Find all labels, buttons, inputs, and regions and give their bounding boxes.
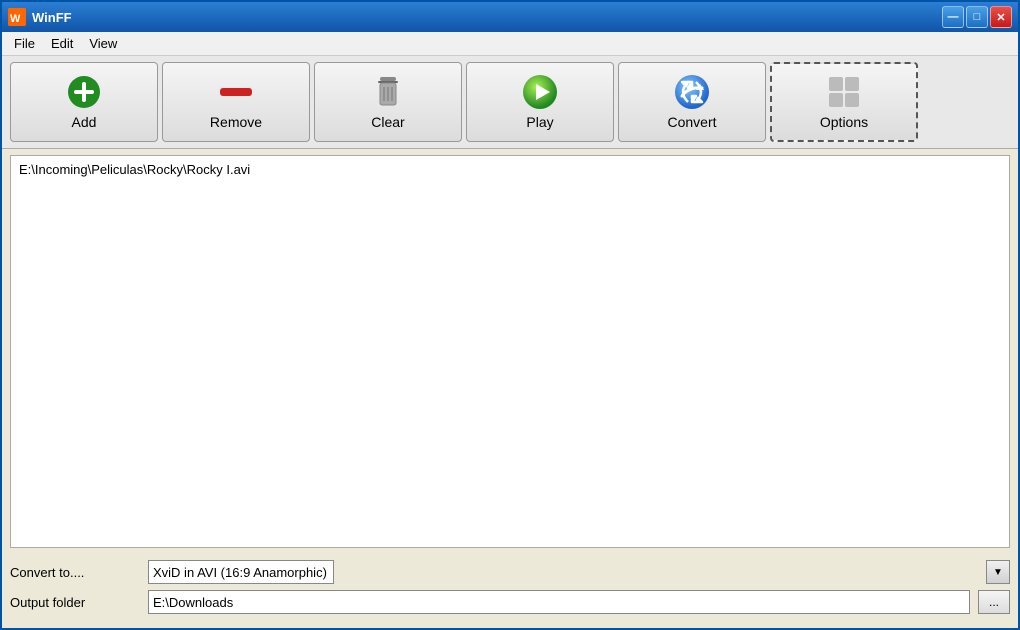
output-row: Output folder ... — [10, 590, 1010, 614]
close-button[interactable]: ✕ — [990, 6, 1012, 28]
window-title: WinFF — [32, 10, 72, 25]
list-item: E:\Incoming\Peliculas\Rocky\Rocky I.avi — [15, 160, 1005, 179]
play-label: Play — [526, 114, 553, 130]
remove-label: Remove — [210, 114, 262, 130]
title-bar: W WinFF — □ ✕ — [2, 2, 1018, 32]
app-icon: W — [8, 8, 26, 26]
minimize-button[interactable]: — — [942, 6, 964, 28]
clear-button[interactable]: Clear — [314, 62, 462, 142]
play-icon — [522, 74, 558, 110]
convert-select[interactable]: XviD in AVI (16:9 Anamorphic) — [148, 560, 334, 584]
menu-view[interactable]: View — [81, 34, 125, 53]
file-list[interactable]: E:\Incoming\Peliculas\Rocky\Rocky I.avi — [10, 155, 1010, 548]
bottom-bar: Convert to.... XviD in AVI (16:9 Anamorp… — [2, 554, 1018, 628]
convert-to-label: Convert to.... — [10, 565, 140, 580]
output-label: Output folder — [10, 595, 140, 610]
maximize-button[interactable]: □ — [966, 6, 988, 28]
menu-file[interactable]: File — [6, 34, 43, 53]
title-bar-left: W WinFF — [8, 8, 72, 26]
add-label: Add — [72, 114, 97, 130]
remove-icon — [218, 74, 254, 110]
convert-select-wrapper: XviD in AVI (16:9 Anamorphic) ▼ — [148, 560, 1010, 584]
options-button[interactable]: Options — [770, 62, 918, 142]
title-controls: — □ ✕ — [942, 6, 1012, 28]
options-icon — [826, 74, 862, 110]
clear-label: Clear — [371, 114, 404, 130]
remove-button[interactable]: Remove — [162, 62, 310, 142]
toolbar: Add Remove Clear — [2, 56, 1018, 149]
add-icon — [66, 74, 102, 110]
trash-icon — [370, 74, 406, 110]
output-folder-input[interactable] — [148, 590, 970, 614]
convert-button[interactable]: Convert — [618, 62, 766, 142]
convert-icon — [674, 74, 710, 110]
svg-text:W: W — [10, 13, 21, 25]
convert-row: Convert to.... XviD in AVI (16:9 Anamorp… — [10, 560, 1010, 584]
main-window: W WinFF — □ ✕ File Edit View Add — [0, 0, 1020, 630]
add-button[interactable]: Add — [10, 62, 158, 142]
select-arrow-icon[interactable]: ▼ — [986, 560, 1010, 584]
options-label: Options — [820, 114, 868, 130]
menu-bar: File Edit View — [2, 32, 1018, 56]
play-button[interactable]: Play — [466, 62, 614, 142]
convert-label: Convert — [667, 114, 716, 130]
menu-edit[interactable]: Edit — [43, 34, 81, 53]
browse-button[interactable]: ... — [978, 590, 1010, 614]
